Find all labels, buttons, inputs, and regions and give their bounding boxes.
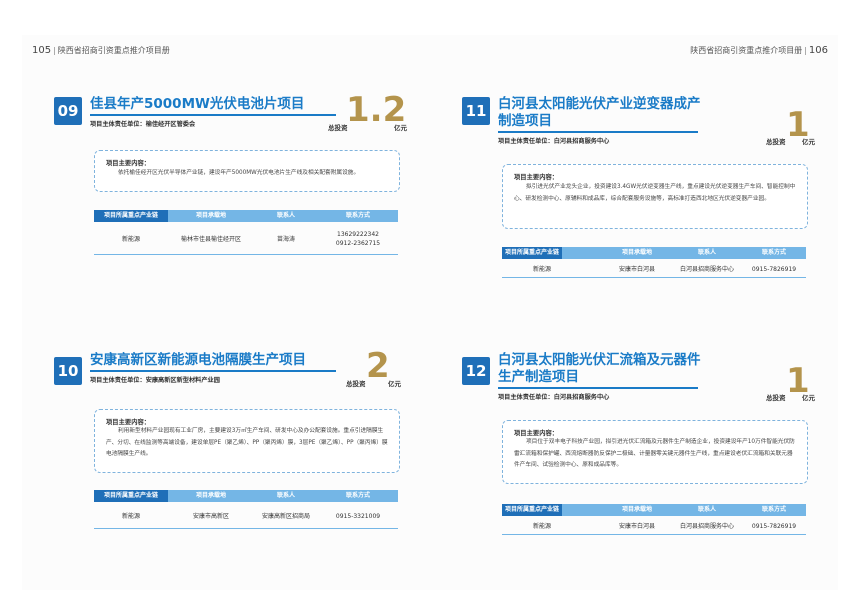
col-chain: 项目所属重点产业链 <box>94 210 168 222</box>
table-header: 项目所属重点产业链 项目承载地 联系人 联系方式 <box>94 490 398 502</box>
table-header: 项目所属重点产业链 项目承载地 联系人 联系方式 <box>502 247 806 259</box>
col-phone: 联系方式 <box>345 492 370 499</box>
book-title: 陕西省招商引资重点推介项目册 <box>690 46 803 55</box>
content-title: 项目主要内容： <box>106 160 151 167</box>
cell-location: 安康市白河县 <box>618 523 655 530</box>
content-box: 项目主要内容： 项目位于双丰电子科技产业园，拟引进光伏汇流箱及元器件生产制造企业… <box>502 420 808 484</box>
cell-chain: 新能源 <box>121 513 140 520</box>
col-phone: 联系方式 <box>761 506 786 513</box>
invest-unit: 亿元 <box>388 380 401 388</box>
cell-phone: 0915-3321009 <box>335 513 381 520</box>
cell-location: 安康市高新区 <box>192 513 229 520</box>
cell-phone: 0915-7826919 <box>751 266 797 273</box>
right-page: 陕西省招商引资重点推介项目册 | 106 11 白河县太阳能光伏产业逆变器成产 制造… <box>430 35 838 590</box>
col-chain: 项目所属重点产业链 <box>94 490 168 502</box>
cell-contact: 苗海涛 <box>276 236 295 243</box>
right-page-header: 陕西省招商引资重点推介项目册 | 106 <box>690 45 828 56</box>
responsible-unit: 项目主体责任单位：白河县招商服务中心 <box>498 138 610 145</box>
col-contact: 联系人 <box>276 492 295 499</box>
table-header: 项目所属重点产业链 项目承载地 联系人 联系方式 <box>94 210 398 222</box>
cell-location: 榆林市佳县榆佳经开区 <box>180 236 241 243</box>
project-title-line-2: 生产制造项目 <box>498 369 579 385</box>
responsible-unit: 项目主体责任单位：白河县招商服务中心 <box>498 394 610 401</box>
cell-phone: 0915-7826919 <box>751 523 797 530</box>
table-divider <box>94 254 398 255</box>
cell-phone: 13629222342 <box>337 231 379 238</box>
content-title: 项目主要内容： <box>514 174 559 181</box>
page-number: 106 <box>808 45 828 56</box>
col-location: 项目承载地 <box>195 492 226 499</box>
cell-phone-2: 0912-2362715 <box>335 240 381 247</box>
content-title: 项目主要内容： <box>106 419 151 426</box>
project-title-line-1: 白河县太阳能光伏产业逆变器成产 <box>498 96 701 112</box>
project-table: 项目所属重点产业链 项目承载地 联系人 联系方式 新能源 榆林市佳县榆佳经开区 … <box>94 210 398 256</box>
cell-contact: 安康高新区招商局 <box>261 513 310 520</box>
cell-chain: 新能源 <box>121 236 140 243</box>
invest-unit: 亿元 <box>802 138 815 146</box>
project-title-line-1: 白河县太阳能光伏汇流箱及元器件 <box>498 352 701 368</box>
left-page-header: 105 | 陕西省招商引资重点推介项目册 <box>32 45 170 56</box>
title-underline <box>90 370 336 372</box>
col-location: 项目承载地 <box>621 249 652 256</box>
cell-chain: 新能源 <box>532 523 551 530</box>
cell-contact: 白河县招商服务中心 <box>679 523 734 530</box>
project-title: 安康高新区新能源电池隔膜生产项目 <box>90 352 306 368</box>
content-text: 利用新型材料产业园现有工业厂房，主要建设3万㎡生产车间、研发中心及办公配套设施。… <box>106 428 388 457</box>
title-underline <box>90 114 336 116</box>
col-chain: 项目所属重点产业链 <box>502 247 562 259</box>
project-title: 佳县年产5000MW光伏电池片项目 <box>90 96 305 112</box>
col-phone: 联系方式 <box>761 249 786 256</box>
project-number-badge: 09 <box>54 97 82 125</box>
col-location: 项目承载地 <box>621 506 652 513</box>
col-contact: 联系人 <box>697 506 716 513</box>
title-underline <box>498 131 698 133</box>
invest-unit: 亿元 <box>802 394 815 402</box>
cell-chain: 新能源 <box>532 266 551 273</box>
content-text: 项目位于双丰电子科技产业园，拟引进光伏汇流箱及元器件生产制造企业，投资建设年产1… <box>514 439 795 468</box>
table-divider <box>94 528 398 529</box>
content-text: 拟引进光伏产业龙头企业，投资建设3.4GW光伏逆变器生产线，重点建设光伏逆变器生… <box>514 184 796 202</box>
project-number-badge: 11 <box>462 97 490 125</box>
invest-unit: 亿元 <box>394 124 407 132</box>
book-title: 陕西省招商引资重点推介项目册 <box>57 46 170 55</box>
invest-label: 总投资 <box>766 394 786 402</box>
responsible-unit: 项目主体责任单位：安康高新区新型材料产业园 <box>90 377 220 384</box>
cell-location: 安康市白河县 <box>618 266 655 273</box>
content-box: 项目主要内容： 依托榆佳经开区光伏半导体产业链，建设年产5000MW光伏电池片生… <box>94 150 400 192</box>
project-table: 项目所属重点产业链 项目承载地 联系人 联系方式 新能源 安康市白河县 白河县招… <box>502 247 806 293</box>
project-table: 项目所属重点产业链 项目承载地 联系人 联系方式 新能源 安康市白河县 白河县招… <box>502 504 806 550</box>
brochure-spread: 105 | 陕西省招商引资重点推介项目册 09 佳县年产5000MW光伏电池片项目 … <box>22 35 838 590</box>
content-box: 项目主要内容： 利用新型材料产业园现有工业厂房，主要建设3万㎡生产车间、研发中心… <box>94 409 400 473</box>
col-location: 项目承载地 <box>195 212 226 219</box>
col-contact: 联系人 <box>697 249 716 256</box>
content-box: 项目主要内容： 拟引进光伏产业龙头企业，投资建设3.4GW光伏逆变器生产线，重点… <box>502 164 808 229</box>
invest-label: 总投资 <box>328 124 348 132</box>
invest-label: 总投资 <box>766 138 786 146</box>
cell-contact: 白河县招商服务中心 <box>679 266 734 273</box>
responsible-unit: 项目主体责任单位：榆佳经开区管委会 <box>90 121 196 128</box>
left-page: 105 | 陕西省招商引资重点推介项目册 09 佳县年产5000MW光伏电池片项目 … <box>22 35 430 590</box>
table-divider <box>502 534 806 535</box>
title-underline <box>498 387 698 389</box>
content-title: 项目主要内容： <box>514 430 559 437</box>
invest-label: 总投资 <box>346 380 366 388</box>
page-number: 105 <box>32 45 52 56</box>
table-divider <box>502 277 806 278</box>
col-chain: 项目所属重点产业链 <box>502 504 562 516</box>
project-table: 项目所属重点产业链 项目承载地 联系人 联系方式 新能源 安康市高新区 安康高新… <box>94 490 398 536</box>
invest-amount: 2 <box>366 346 390 386</box>
col-phone: 联系方式 <box>345 212 370 219</box>
table-header: 项目所属重点产业链 项目承载地 联系人 联系方式 <box>502 504 806 516</box>
content-text: 依托榆佳经开区光伏半导体产业链，建设年产5000MW光伏电池片生产线及相关配套附… <box>118 170 360 176</box>
project-number-badge: 12 <box>462 357 490 385</box>
project-number-badge: 10 <box>54 357 82 385</box>
project-title-line-2: 制造项目 <box>498 113 552 129</box>
col-contact: 联系人 <box>276 212 295 219</box>
